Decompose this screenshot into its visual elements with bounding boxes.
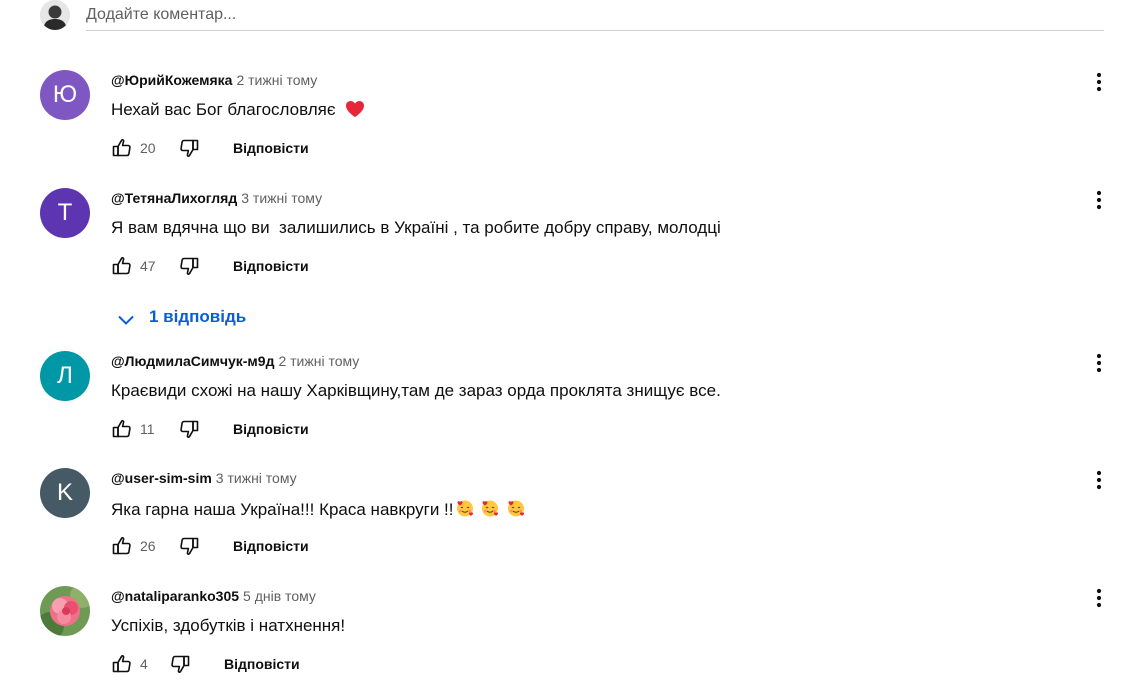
thumbs-down-icon: [177, 417, 201, 441]
thumbs-down-icon: [168, 652, 192, 676]
reply-button[interactable]: Відповісти: [233, 538, 309, 554]
reply-button[interactable]: Відповісти: [233, 258, 309, 274]
comment-timestamp[interactable]: 3 тижні тому: [216, 470, 297, 486]
comment-header: @ЛюдмилаСимчук-м9д 2 тижні тому: [111, 353, 359, 371]
comment-text: Я вам вдячна що ви залишились в Україні …: [111, 218, 721, 238]
avatar-letter: Л: [57, 362, 73, 389]
like-button[interactable]: [110, 254, 134, 278]
more-vert-icon: [1087, 188, 1111, 212]
smiling-face-with-hearts-icon: [480, 498, 500, 518]
dislike-button[interactable]: [168, 652, 192, 676]
comment-menu-button[interactable]: [1087, 70, 1111, 94]
comment-menu-button[interactable]: [1087, 586, 1111, 610]
author-name[interactable]: @nataliparanko305: [111, 588, 239, 604]
avatar-letter: Т: [57, 199, 73, 226]
comment-text: Краєвиди схожі на нашу Харківщину,там де…: [111, 381, 721, 401]
comment-header: @ЮрийКожемяка 2 тижні тому: [111, 72, 317, 90]
avatar[interactable]: K: [40, 468, 90, 518]
comment-actions: 20 Відповісти: [110, 136, 510, 160]
thumbs-down-icon: [177, 136, 201, 160]
comment-thread: @nataliparanko305 5 днів тому Успіхів, зд…: [40, 586, 1110, 678]
avatar[interactable]: Т: [40, 188, 90, 238]
like-count: 26: [140, 538, 156, 554]
avatar-letter: K: [56, 479, 73, 506]
like-button[interactable]: [110, 417, 134, 441]
thumbs-down-icon: [177, 534, 201, 558]
comment-actions: 4 Відповісти: [110, 652, 510, 676]
comments-section: Ю @ЮрийКожемяка2 тижні тому Нехай вас Бо…: [0, 0, 1144, 688]
replies-count-label: 1 відповідь: [149, 307, 247, 326]
comment-timestamp[interactable]: 2 тижні тому: [236, 72, 317, 88]
comment-timestamp[interactable]: 2 тижні тому: [278, 353, 359, 369]
thumbs-up-icon: [110, 417, 134, 441]
author-name[interactable]: @user-sim-sim: [111, 470, 212, 486]
comment-actions: 47 Відповісти: [110, 254, 510, 278]
more-vert-icon: [1087, 351, 1111, 375]
thumbs-up-icon: [110, 652, 134, 676]
comment-header: @user-sim-sim 3 тижні тому: [111, 470, 297, 488]
add-comment-row: [40, 0, 1104, 32]
red-heart-icon: [346, 101, 365, 117]
avatar[interactable]: Ю: [40, 70, 90, 120]
comment-timestamp[interactable]: 5 днів тому: [243, 588, 316, 604]
comment-thread: Ю @ЮрийКожемяка 2 тижні тому Нехай вас Бо…: [40, 70, 1110, 162]
comment-text: Яка гарна наша Україна!!! Краса навкруги…: [111, 498, 526, 520]
current-user-avatar[interactable]: [40, 0, 70, 30]
thumbs-up-icon: [110, 534, 134, 558]
smiling-face-with-hearts-icon: [506, 498, 526, 518]
like-count: 11: [140, 421, 155, 437]
more-vert-icon: [1087, 468, 1111, 492]
reply-button[interactable]: Відповісти: [233, 421, 309, 437]
dislike-button[interactable]: [177, 254, 201, 278]
more-vert-icon: [1087, 70, 1111, 94]
comment-thread: Л @ЛюдмилаСимчук-м9д 2 тижні тому Краєвид…: [40, 351, 1110, 443]
comment-timestamp[interactable]: 3 тижні тому: [241, 190, 322, 206]
comment-actions: 11 Відповісти: [110, 417, 510, 441]
comment-text-content: Я вам вдячна що ви залишились в Україні …: [111, 218, 721, 237]
reply-button[interactable]: Відповісти: [233, 140, 309, 156]
comment-thread: Т @ТетянаЛихогляд 3 тижні тому Я вам вдяч…: [40, 188, 1110, 334]
dislike-button[interactable]: [177, 534, 201, 558]
like-count: 20: [140, 140, 156, 156]
avatar[interactable]: Л: [40, 351, 90, 401]
like-count: 47: [140, 258, 156, 274]
comment-text: Успіхів, здобутків і натхнення!: [111, 616, 345, 636]
avatar[interactable]: [40, 586, 90, 636]
author-name[interactable]: @ЮрийКожемяка: [111, 72, 232, 88]
thumbs-up-icon: [110, 254, 134, 278]
more-vert-icon: [1087, 586, 1111, 610]
comment-text-content: Яка гарна наша Україна!!! Краса навкруги…: [111, 500, 454, 519]
comment-input[interactable]: [86, 0, 1104, 31]
pink-flower-avatar-image: [40, 586, 90, 636]
comment-actions: 26 Відповісти: [110, 534, 510, 558]
comment-text: Нехай вас Бог благословляє: [111, 100, 365, 120]
comment-thread: K @user-sim-sim 3 тижні тому Яка гарна на…: [40, 468, 1110, 560]
like-button[interactable]: [110, 652, 134, 676]
like-button[interactable]: [110, 534, 134, 558]
smiling-face-with-hearts-icon: [455, 498, 475, 518]
comment-text-content: Нехай вас Бог благословляє: [111, 100, 336, 119]
thumbs-down-icon: [177, 254, 201, 278]
comment-menu-button[interactable]: [1087, 468, 1111, 492]
like-button[interactable]: [110, 136, 134, 160]
reply-button[interactable]: Відповісти: [224, 656, 300, 672]
dislike-button[interactable]: [177, 136, 201, 160]
chevron-down-icon: [118, 315, 134, 325]
comment-header: @ТетянаЛихогляд 3 тижні тому: [111, 190, 322, 208]
author-name[interactable]: @ТетянаЛихогляд: [111, 190, 237, 206]
comment-menu-button[interactable]: [1087, 351, 1111, 375]
author-name[interactable]: @ЛюдмилаСимчук-м9д: [111, 353, 274, 369]
dislike-button[interactable]: [177, 417, 201, 441]
comment-header: @nataliparanko305 5 днів тому: [111, 588, 316, 606]
comment-menu-button[interactable]: [1087, 188, 1111, 212]
thumbs-up-icon: [110, 136, 134, 160]
like-count: 4: [140, 656, 148, 672]
comment-text-content: Краєвиди схожі на нашу Харківщину,там де…: [111, 381, 721, 400]
avatar-letter: Ю: [52, 81, 78, 108]
comment-text-content: Успіхів, здобутків і натхнення!: [111, 616, 346, 635]
